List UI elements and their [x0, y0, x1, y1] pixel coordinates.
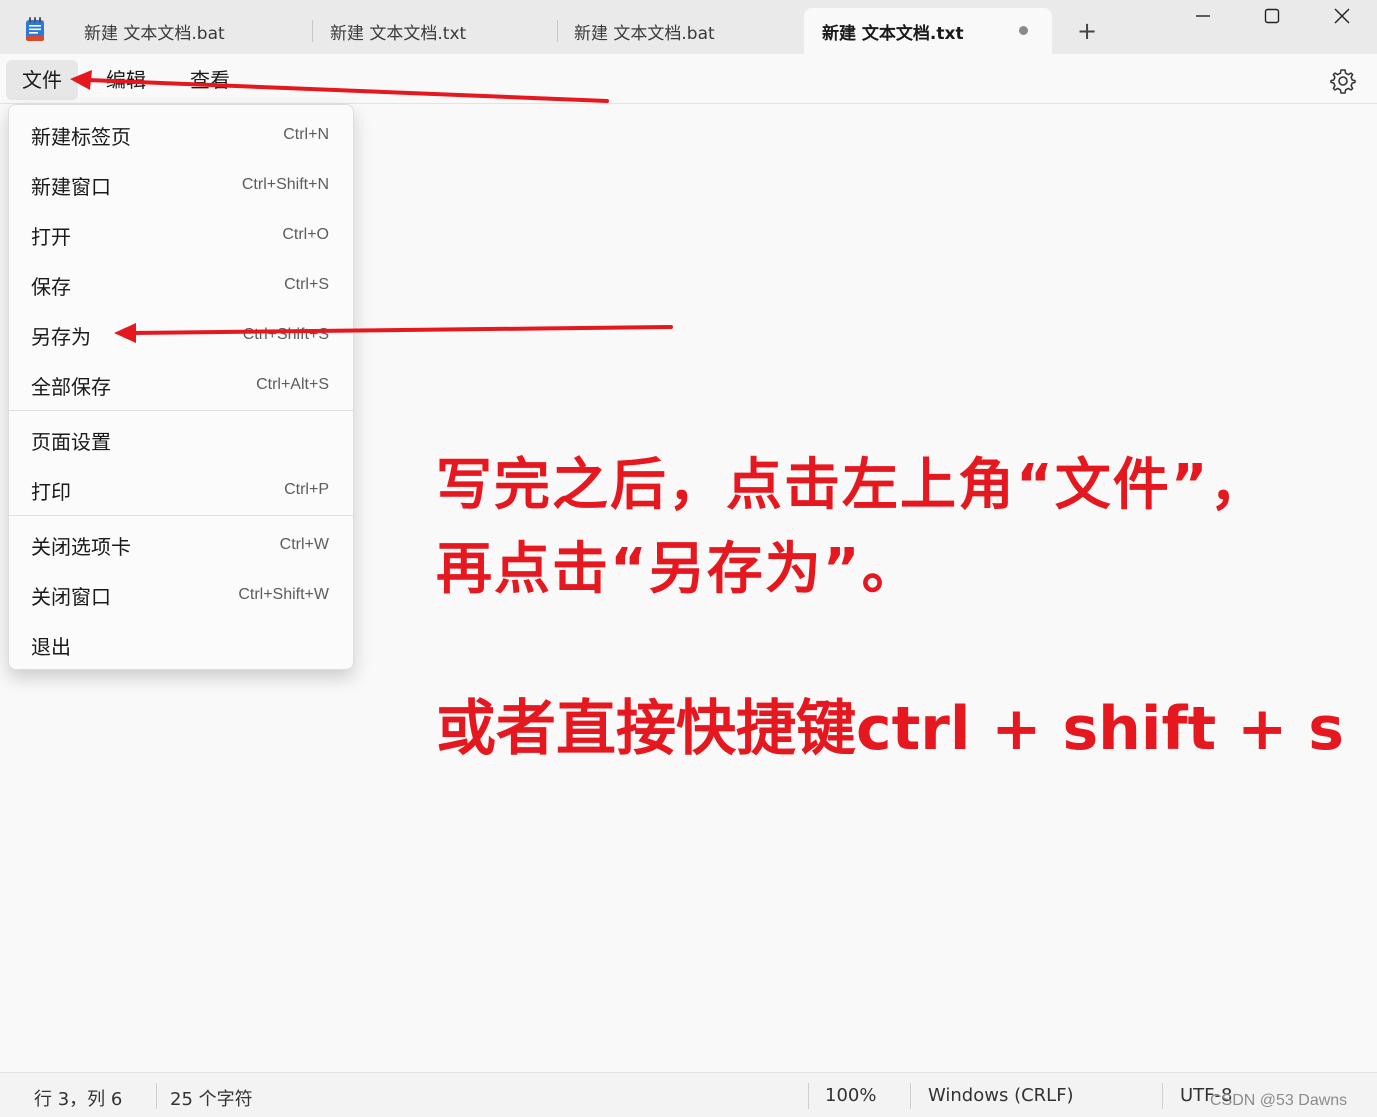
- tab-document-1[interactable]: 新建 文本文档.bat: [66, 8, 312, 54]
- status-divider: [1162, 1083, 1163, 1109]
- menu-item-save[interactable]: 保存 Ctrl+S: [9, 262, 353, 308]
- annotation-line-2: 再点击“另存为”。: [436, 537, 920, 602]
- menu-item-label: 打印: [31, 479, 71, 504]
- menu-item-shortcut: Ctrl+Shift+S: [242, 326, 329, 343]
- menu-item-label: 退出: [31, 634, 71, 659]
- tab-label: 新建 文本文档.bat: [84, 23, 225, 44]
- menu-item-shortcut: Ctrl+P: [284, 481, 329, 498]
- menu-item-label: 页面设置: [31, 429, 111, 454]
- menu-item-close-window[interactable]: 关闭窗口 Ctrl+Shift+W: [9, 572, 353, 618]
- tab-document-2[interactable]: 新建 文本文档.txt: [312, 8, 558, 54]
- maximize-icon: [1264, 8, 1280, 24]
- annotation-line-1: 写完之后，点击左上角“文件”，: [436, 453, 1268, 518]
- menu-item-label: 新建窗口: [31, 174, 111, 199]
- menu-item-label: 另存为: [31, 324, 91, 349]
- tab-label: 新建 文本文档.txt: [330, 23, 467, 44]
- tab-label: 新建 文本文档.txt: [822, 23, 964, 44]
- settings-gear-icon[interactable]: [1328, 66, 1358, 96]
- menu-item-shortcut: Ctrl+S: [284, 276, 329, 293]
- tab-document-4-active[interactable]: 新建 文本文档.txt: [804, 8, 1052, 54]
- menu-item-shortcut: Ctrl+N: [283, 126, 329, 143]
- status-bar: 行 3，列 6 25 个字符 100% Windows (CRLF) UTF-8: [0, 1072, 1377, 1117]
- status-divider: [808, 1083, 809, 1109]
- menu-divider: [9, 515, 353, 516]
- tab-document-3[interactable]: 新建 文本文档.bat: [556, 8, 802, 54]
- menu-item-label: 保存: [31, 274, 71, 299]
- status-divider: [156, 1083, 157, 1109]
- zoom-level[interactable]: 100%: [825, 1085, 876, 1106]
- menu-item-new-window[interactable]: 新建窗口 Ctrl+Shift+N: [9, 162, 353, 208]
- minimize-icon: [1196, 15, 1210, 17]
- title-tab-bar: 新建 文本文档.bat 新建 文本文档.txt 新建 文本文档.bat 新建 文…: [0, 0, 1377, 54]
- close-window-button[interactable]: [1307, 0, 1377, 32]
- menu-view[interactable]: 查看: [178, 60, 242, 100]
- minimize-button[interactable]: [1168, 0, 1238, 32]
- menu-item-exit[interactable]: 退出: [9, 622, 353, 668]
- new-tab-button[interactable]: +: [1072, 14, 1102, 48]
- menu-item-page-setup[interactable]: 页面设置: [9, 417, 353, 463]
- menu-item-print[interactable]: 打印 Ctrl+P: [9, 467, 353, 513]
- menu-item-shortcut: Ctrl+W: [279, 536, 329, 553]
- menu-edit[interactable]: 编辑: [94, 60, 158, 100]
- file-dropdown-menu: 新建标签页 Ctrl+N 新建窗口 Ctrl+Shift+N 打开 Ctrl+O…: [8, 104, 354, 670]
- menu-item-label: 新建标签页: [31, 124, 131, 149]
- menu-item-close-tab[interactable]: 关闭选项卡 Ctrl+W: [9, 522, 353, 568]
- notepad-app-icon: [26, 17, 44, 41]
- menu-divider: [9, 410, 353, 411]
- menu-bar: 文件 编辑 查看: [0, 54, 1377, 104]
- status-divider: [910, 1083, 911, 1109]
- unsaved-dot-icon[interactable]: [1019, 26, 1028, 35]
- menu-file[interactable]: 文件: [6, 60, 78, 100]
- line-ending[interactable]: Windows (CRLF): [928, 1085, 1074, 1106]
- menu-item-shortcut: Ctrl+Shift+W: [238, 586, 329, 603]
- menu-item-label: 全部保存: [31, 374, 111, 399]
- cursor-position: 行 3，列 6: [34, 1089, 123, 1110]
- menu-item-label: 关闭窗口: [31, 584, 111, 609]
- annotation-line-3: 或者直接快捷键ctrl + shift + s: [436, 694, 1344, 764]
- menu-item-save-as[interactable]: 另存为 Ctrl+Shift+S: [9, 312, 353, 358]
- menu-item-shortcut: Ctrl+Shift+N: [241, 176, 329, 193]
- menu-item-open[interactable]: 打开 Ctrl+O: [9, 212, 353, 258]
- character-count: 25 个字符: [170, 1089, 253, 1110]
- menu-item-new-tab[interactable]: 新建标签页 Ctrl+N: [9, 112, 353, 158]
- menu-item-save-all[interactable]: 全部保存 Ctrl+Alt+S: [9, 362, 353, 408]
- menu-item-shortcut: Ctrl+O: [282, 226, 329, 243]
- tab-label: 新建 文本文档.bat: [574, 23, 715, 44]
- close-icon: [1334, 8, 1350, 24]
- watermark: CSDN @53 Dawns: [1210, 1092, 1348, 1109]
- maximize-button[interactable]: [1237, 0, 1307, 32]
- menu-item-shortcut: Ctrl+Alt+S: [256, 376, 329, 393]
- menu-item-label: 打开: [31, 224, 71, 249]
- menu-item-label: 关闭选项卡: [31, 534, 131, 559]
